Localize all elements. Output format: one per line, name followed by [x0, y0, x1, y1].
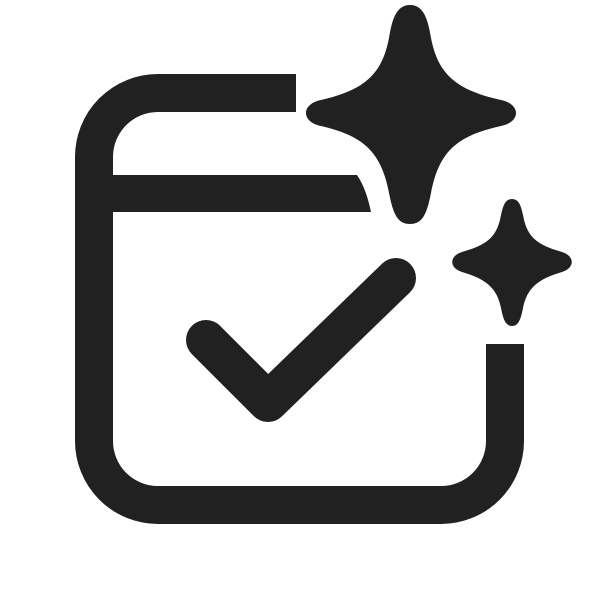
calendar-header-bar — [94, 175, 371, 212]
checkmark-icon — [186, 258, 416, 422]
small-sparkle-icon — [452, 199, 572, 326]
calendar-checkmark-sparkle-icon — [75, 5, 572, 524]
icon-canvas — [0, 0, 600, 600]
